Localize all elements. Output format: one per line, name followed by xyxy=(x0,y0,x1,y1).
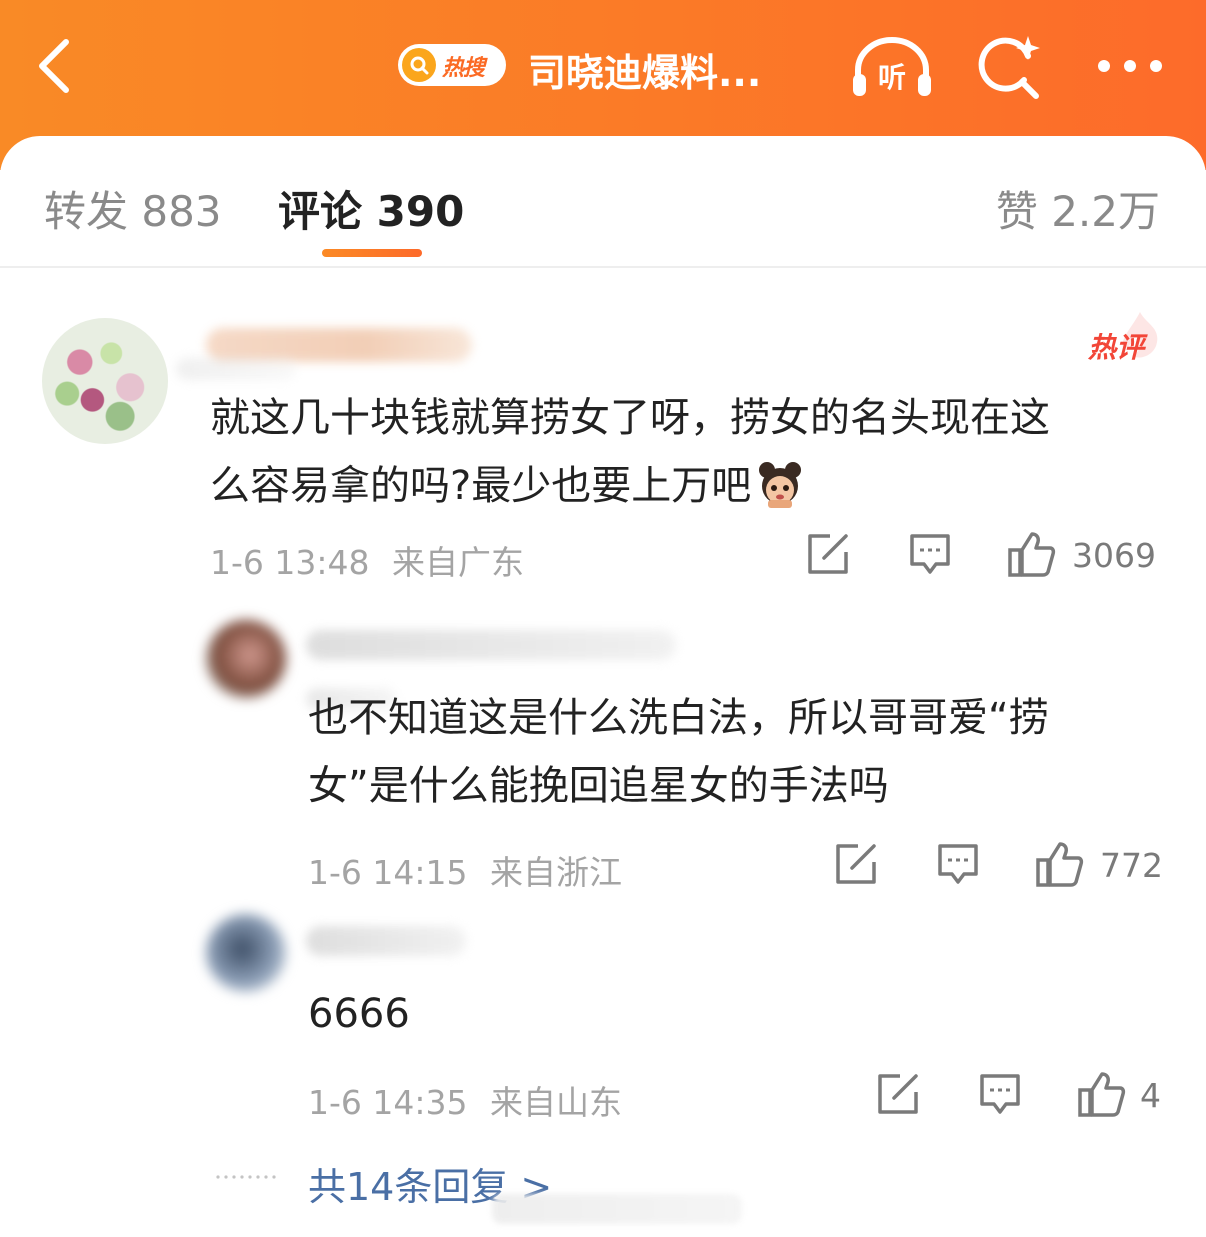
search-icon xyxy=(402,48,436,82)
comment-icon[interactable] xyxy=(978,1072,1022,1116)
search-sparkle-icon xyxy=(978,36,1040,99)
reply-meta: 1-6 14:35 来自山东 xyxy=(308,1076,622,1124)
like-count: 4 xyxy=(1140,1076,1161,1115)
more-icon xyxy=(1098,60,1162,72)
tab-comment[interactable]: 评论 390 xyxy=(278,178,464,239)
repost-icon[interactable] xyxy=(876,1072,920,1116)
username-blurred[interactable] xyxy=(206,328,472,362)
page-title[interactable]: 司晓迪爆料... xyxy=(528,42,761,97)
hot-search-badge[interactable]: 热搜 xyxy=(398,44,506,86)
avatar[interactable] xyxy=(42,318,168,444)
comment-line-1: 就这几十块钱就算捞女了呀，捞女的名头现在这 xyxy=(210,395,1050,441)
reply-time: 1-6 14:35 xyxy=(308,1083,468,1122)
reply-location: 来自浙江 xyxy=(490,853,622,892)
comment-meta: 1-6 13:48 来自广东 xyxy=(210,536,524,584)
reply-line-1: 6666 xyxy=(308,991,410,1037)
active-tab-indicator xyxy=(322,249,422,257)
reply-time: 1-6 14:15 xyxy=(308,853,468,892)
like-count: 3069 xyxy=(1072,536,1156,575)
reply-location: 来自山东 xyxy=(490,1083,622,1122)
comment-location: 来自广东 xyxy=(392,543,524,582)
like-thumb-icon[interactable] xyxy=(1036,840,1084,888)
listen-button[interactable]: 听 xyxy=(850,34,934,100)
back-button[interactable] xyxy=(30,36,86,96)
listen-label: 听 xyxy=(878,61,906,94)
tab-divider xyxy=(0,266,1206,268)
hot-comment-tag: 热评 xyxy=(1088,331,1145,364)
comment-icon[interactable] xyxy=(908,532,952,576)
separator-dots xyxy=(216,1175,276,1179)
username-blurred[interactable] xyxy=(306,630,676,660)
headphones-icon: 听 xyxy=(853,37,931,96)
cartoon-girl-emoji-icon xyxy=(759,462,802,508)
like-count: 772 xyxy=(1100,846,1163,885)
comment-text: 就这几十块钱就算捞女了呀，捞女的名头现在这 么容易拿的吗?最少也要上万吧 xyxy=(210,384,1170,520)
like-thumb-icon[interactable] xyxy=(1008,530,1056,578)
comment-line-2-text: 么容易拿的吗?最少也要上万吧 xyxy=(210,463,752,509)
reply-line-2: 女”是什么能挽回追星女的手法吗 xyxy=(308,763,889,809)
watermark-blurred xyxy=(492,1194,742,1224)
search-button[interactable] xyxy=(976,34,1044,100)
reply-meta: 1-6 14:15 来自浙江 xyxy=(308,846,622,894)
avatar[interactable] xyxy=(206,620,286,698)
avatar[interactable] xyxy=(206,914,286,992)
tab-like[interactable]: 赞 2.2万 xyxy=(996,178,1160,239)
comment-time: 1-6 13:48 xyxy=(210,543,370,582)
reply-text: 6666 xyxy=(308,980,708,1048)
comment-line-2: 么容易拿的吗?最少也要上万吧 xyxy=(210,452,1170,520)
more-button[interactable] xyxy=(1094,50,1166,82)
like-thumb-icon[interactable] xyxy=(1078,1070,1126,1118)
repost-icon[interactable] xyxy=(834,842,878,886)
username-blurred[interactable] xyxy=(306,926,466,956)
comment-icon[interactable] xyxy=(936,842,980,886)
username-shadow xyxy=(176,358,296,380)
hot-badge-label: 热搜 xyxy=(442,56,485,81)
repost-icon[interactable] xyxy=(806,532,850,576)
reply-line-1: 也不知道这是什么洗白法，所以哥哥爱“捞 xyxy=(308,695,1049,741)
reply-text: 也不知道这是什么洗白法，所以哥哥爱“捞 女”是什么能挽回追星女的手法吗 xyxy=(308,684,1178,820)
chevron-left-icon xyxy=(39,39,69,93)
tab-repost[interactable]: 转发 883 xyxy=(44,178,222,239)
